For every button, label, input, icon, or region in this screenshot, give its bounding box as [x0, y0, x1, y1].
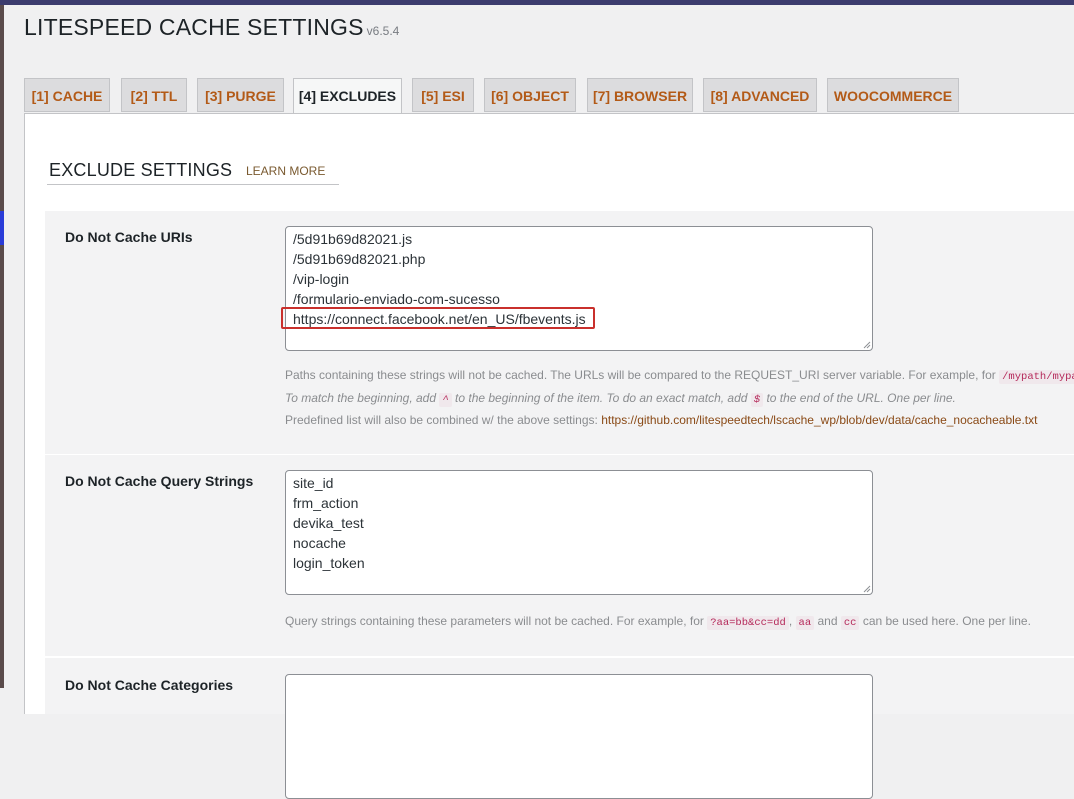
desc-text: Query strings containing these parameter…	[285, 614, 704, 628]
uris-desc-line-1: Paths containing these strings will not …	[285, 365, 1074, 388]
tab-esi[interactable]: [5] ESI	[412, 78, 474, 112]
desc-text: to the beginning of the item. To do an e…	[455, 390, 748, 405]
desc-text: to the end of the URL. One per line.	[766, 390, 956, 405]
code-caret: ^	[439, 392, 452, 407]
query-description: Query strings containing these parameter…	[285, 611, 1031, 634]
desc-text: To match the beginning, add	[285, 390, 437, 405]
desc-text: and	[817, 614, 838, 628]
uri-line: /vip-login	[293, 271, 350, 287]
categories-textarea[interactable]	[285, 674, 873, 799]
query-label: Do Not Cache Query Strings	[65, 473, 254, 489]
left-active-marker	[0, 211, 4, 245]
page-title: LITESPEED CACHE SETTINGS v6.5.4	[24, 14, 399, 41]
query-line: devika_test	[293, 515, 364, 531]
tab-ttl[interactable]: [2] TTL	[121, 78, 187, 112]
resize-grip-icon[interactable]	[863, 341, 871, 349]
tab-cache[interactable]: [1] CACHE	[24, 78, 110, 112]
query-line: frm_action	[293, 495, 359, 511]
desc-text: Predefined list will also be combined w/…	[285, 413, 598, 427]
desc-text: ,	[788, 614, 793, 628]
uris-row: Do Not Cache URIs /5d91b69d82021.js /5d9…	[45, 211, 1074, 454]
desc-text: can be used here. One per line.	[862, 614, 1031, 628]
left-border	[0, 5, 4, 688]
uri-line: /5d91b69d82021.js	[293, 231, 413, 247]
section-title: EXCLUDE SETTINGS	[49, 160, 233, 180]
uris-textarea[interactable]: /5d91b69d82021.js /5d91b69d82021.php /vi…	[281, 226, 873, 351]
code-dollar: $	[750, 392, 764, 407]
uris-label: Do Not Cache URIs	[65, 229, 193, 245]
uris-description: Paths containing these strings will not …	[285, 365, 1074, 431]
uris-desc-line-2: To match the beginning, add ^ to the beg…	[285, 388, 1074, 411]
tab-browser[interactable]: [7] BROWSER	[587, 78, 693, 112]
nocacheable-link[interactable]: https://github.com/litespeedtech/lscache…	[601, 413, 1037, 427]
code-aa: aa	[795, 616, 815, 630]
page-title-text: LITESPEED CACHE SETTINGS	[24, 14, 364, 40]
tab-woocommerce[interactable]: WOOCOMMERCE	[827, 78, 959, 112]
query-line: nocache	[293, 535, 346, 551]
version-label: v6.5.4	[366, 24, 400, 38]
categories-row: Do Not Cache Categories	[45, 658, 1074, 799]
uri-line: /5d91b69d82021.php	[293, 251, 426, 267]
highlight-box	[281, 307, 595, 329]
code-mypath: /mypath/mypage	[999, 370, 1074, 384]
learn-more-link[interactable]: LEARN MORE	[246, 164, 325, 178]
query-line: site_id	[293, 475, 334, 491]
uri-line: /formulario-enviado-com-sucesso	[293, 291, 500, 307]
query-row: Do Not Cache Query Strings site_id frm_a…	[45, 455, 1074, 656]
tab-purge[interactable]: [3] PURGE	[197, 78, 284, 112]
code-cc: cc	[840, 616, 860, 630]
settings-panel: EXCLUDE SETTINGS LEARN MORE Do Not Cache…	[24, 113, 1074, 799]
desc-text: Paths containing these strings will not …	[285, 368, 996, 382]
categories-label: Do Not Cache Categories	[65, 677, 234, 693]
query-line: login_token	[293, 555, 365, 571]
tab-advanced[interactable]: [8] ADVANCED	[703, 78, 817, 112]
resize-grip-icon[interactable]	[863, 585, 871, 593]
code-query-example: ?aa=bb&cc=dd	[707, 616, 789, 630]
section-underline	[47, 184, 339, 185]
query-textarea[interactable]: site_id frm_action devika_test nocache l…	[285, 470, 873, 595]
top-border	[0, 0, 1074, 5]
uris-desc-line-3: Predefined list will also be combined w/…	[285, 410, 1074, 431]
tab-excludes[interactable]: [4] EXCLUDES	[293, 78, 402, 114]
tab-object[interactable]: [6] OBJECT	[484, 78, 576, 112]
